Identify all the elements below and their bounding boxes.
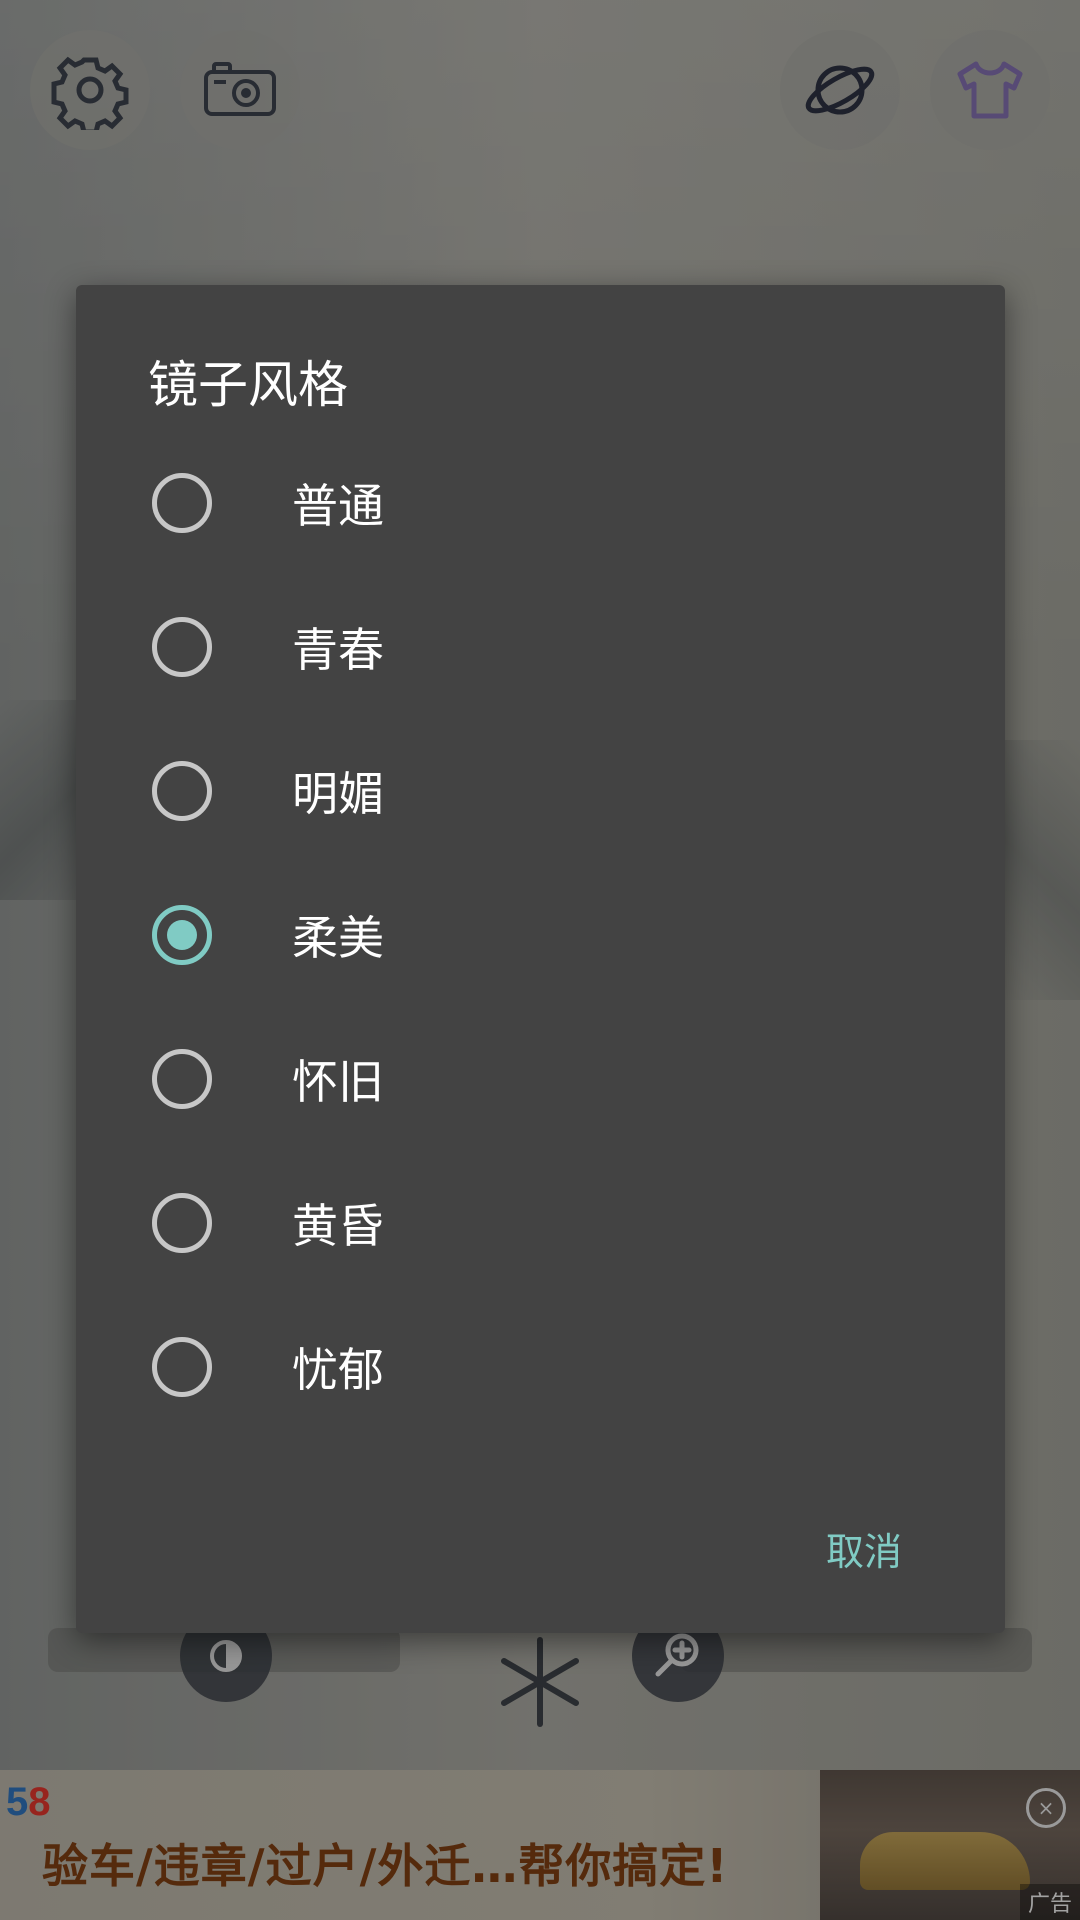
- option-label: 黄昏: [292, 1199, 384, 1253]
- radio-button[interactable]: [152, 1193, 212, 1253]
- option-label: 怀旧: [292, 1055, 384, 1109]
- radio-button[interactable]: [152, 1049, 212, 1109]
- option-label: 忧郁: [292, 1343, 384, 1397]
- dialog-title: 镜子风格: [148, 356, 348, 414]
- radio-button-checked[interactable]: [152, 905, 212, 965]
- option-label: 青春: [292, 623, 384, 677]
- option-melancholy[interactable]: 忧郁: [76, 1295, 1005, 1439]
- option-bright[interactable]: 明媚: [76, 719, 1005, 863]
- option-label: 柔美: [292, 911, 384, 965]
- radio-button[interactable]: [152, 617, 212, 677]
- option-nostalgic[interactable]: 怀旧: [76, 1007, 1005, 1151]
- option-normal[interactable]: 普通: [76, 431, 1005, 575]
- radio-button[interactable]: [152, 761, 212, 821]
- radio-button[interactable]: [152, 1337, 212, 1397]
- option-dusk[interactable]: 黄昏: [76, 1151, 1005, 1295]
- option-label: 明媚: [292, 767, 384, 821]
- option-label: 普通: [292, 479, 384, 533]
- radio-button[interactable]: [152, 473, 212, 533]
- cancel-button[interactable]: 取消: [816, 1513, 912, 1584]
- option-youth[interactable]: 青春: [76, 575, 1005, 719]
- radio-dot: [167, 920, 197, 950]
- option-soft[interactable]: 柔美: [76, 863, 1005, 1007]
- mirror-style-dialog: 镜子风格 普通 青春 明媚 柔美 怀旧 黄昏 忧郁 取消: [76, 285, 1005, 1633]
